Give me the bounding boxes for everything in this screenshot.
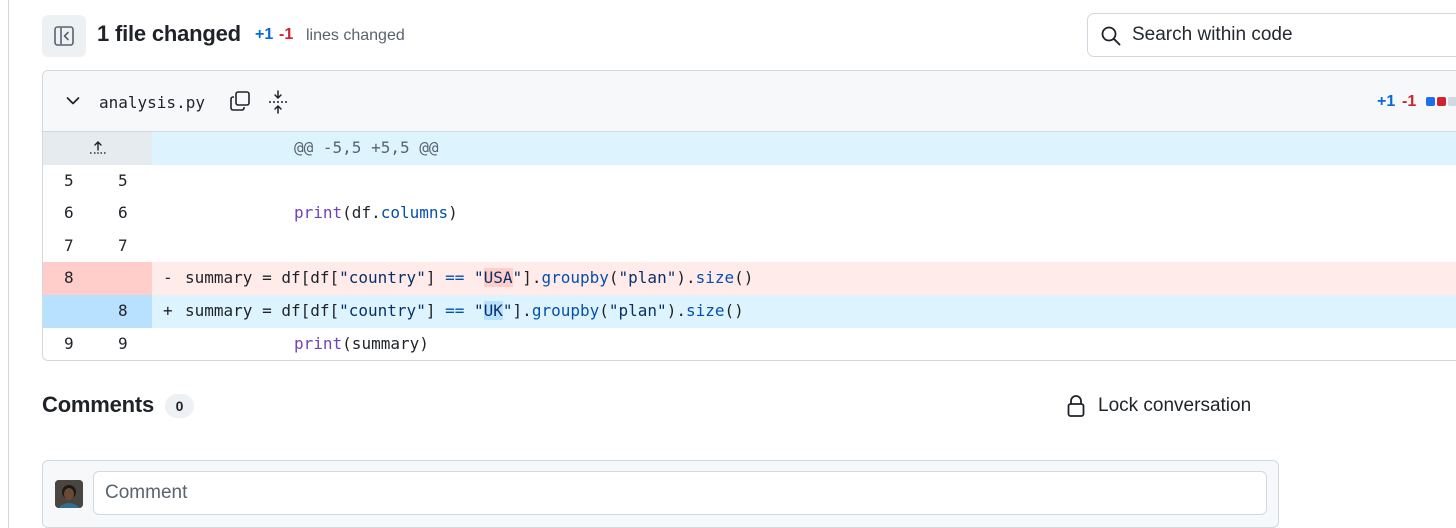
lock-icon bbox=[1067, 395, 1085, 417]
file-name[interactable]: analysis.py bbox=[99, 93, 205, 112]
comment-composer bbox=[42, 460, 1279, 528]
toggle-file-tree-button[interactable] bbox=[42, 15, 86, 57]
deletion-marker: - bbox=[163, 268, 173, 288]
new-line-number[interactable]: 7 bbox=[97, 230, 151, 263]
new-line-number[interactable]: 9 bbox=[97, 328, 151, 360]
diff-file: analysis.py +1 -1 @@ -5,5 +5,5 @@ 5 5 6 … bbox=[42, 70, 1456, 361]
diff-body: @@ -5,5 +5,5 @@ 5 5 6 6 print(df.columns… bbox=[43, 132, 1456, 360]
new-line-number[interactable]: 8 bbox=[97, 295, 151, 328]
sidebar-collapse-icon bbox=[54, 26, 74, 46]
old-line-number[interactable]: 9 bbox=[43, 328, 97, 360]
left-divider bbox=[8, 0, 9, 528]
copy-icon[interactable] bbox=[229, 90, 251, 112]
file-header: analysis.py +1 -1 bbox=[43, 71, 1456, 132]
code-line: summary = df[df["country"] == "USA"].gro… bbox=[185, 268, 754, 288]
lock-conversation-label: Lock conversation bbox=[1098, 395, 1252, 416]
chevron-down-icon[interactable] bbox=[65, 93, 81, 109]
comment-input[interactable] bbox=[93, 471, 1267, 515]
old-line-number[interactable]: 8 bbox=[43, 262, 97, 295]
diff-line: 5 5 bbox=[43, 165, 1456, 198]
addition-marker: + bbox=[163, 300, 173, 320]
hunk-header-row: @@ -5,5 +5,5 @@ bbox=[43, 132, 1456, 165]
lines-added-count: +1 bbox=[255, 26, 274, 43]
added-line: 8 + summary = df[df["country"] == "UK"].… bbox=[43, 294, 1456, 328]
expand-up-button[interactable] bbox=[43, 132, 152, 165]
diffstat-removed-block bbox=[1437, 97, 1446, 106]
search-input[interactable] bbox=[1132, 14, 1452, 56]
lock-conversation-button[interactable]: Lock conversation bbox=[1066, 392, 1251, 420]
code-line: summary = df[df["country"] == "UK"].grou… bbox=[185, 300, 744, 320]
code-line: print(summary) bbox=[294, 333, 429, 353]
lines-removed-count: -1 bbox=[279, 26, 294, 43]
old-line-number[interactable]: 5 bbox=[43, 165, 97, 198]
diffstat-added-block bbox=[1426, 97, 1435, 106]
file-lines-removed: -1 bbox=[1402, 93, 1417, 110]
comments-count-badge: 0 bbox=[165, 394, 194, 418]
new-line-number[interactable]: 5 bbox=[97, 165, 151, 198]
files-changed-heading: 1 file changed bbox=[97, 21, 241, 46]
hunk-header: @@ -5,5 +5,5 @@ bbox=[294, 138, 439, 157]
diff-line: 7 7 bbox=[43, 230, 1456, 263]
diffstat-bar bbox=[1426, 97, 1456, 106]
new-line-number[interactable] bbox=[97, 262, 151, 295]
old-line-number[interactable] bbox=[43, 295, 97, 328]
old-line-number[interactable]: 6 bbox=[43, 197, 97, 230]
search-within-code[interactable] bbox=[1087, 13, 1456, 57]
diffstat-neutral-block bbox=[1448, 97, 1456, 106]
diff-line: 9 9 print(summary) bbox=[43, 328, 1456, 360]
code-line: print(df.columns) bbox=[294, 203, 458, 223]
file-lines-added: +1 bbox=[1377, 93, 1396, 110]
diff-line: 6 6 print(df.columns) bbox=[43, 197, 1456, 230]
comments-heading: Comments bbox=[42, 392, 155, 417]
search-icon bbox=[1101, 26, 1121, 46]
expand-up-icon bbox=[89, 141, 105, 154]
avatar bbox=[55, 480, 83, 508]
new-line-number[interactable]: 6 bbox=[97, 197, 151, 230]
deleted-line: 8 - summary = df[df["country"] == "USA"]… bbox=[43, 262, 1456, 295]
expand-all-icon[interactable] bbox=[267, 90, 289, 114]
lines-changed-label: lines changed bbox=[306, 27, 405, 44]
old-line-number[interactable]: 7 bbox=[43, 230, 97, 263]
